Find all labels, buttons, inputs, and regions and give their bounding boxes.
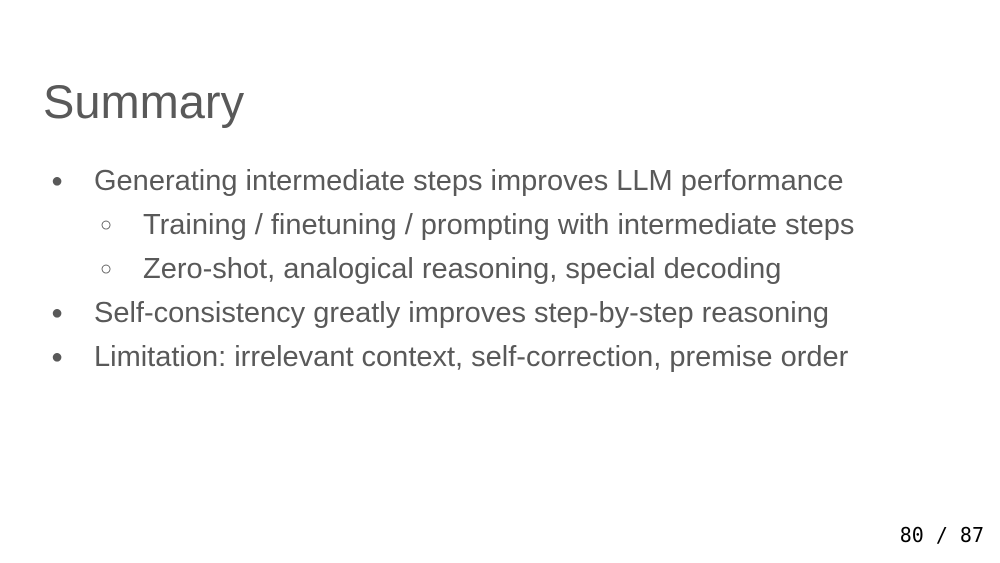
filled-bullet-icon: ● bbox=[51, 346, 64, 368]
page-indicator: 80 / 87 bbox=[899, 523, 984, 547]
bullet-text: Limitation: irrelevant context, self-cor… bbox=[94, 341, 849, 373]
slide: Summary ● Generating intermediate steps … bbox=[0, 0, 1000, 563]
filled-bullet-icon: ● bbox=[51, 170, 64, 192]
bullet-text: Generating intermediate steps improves L… bbox=[94, 165, 844, 197]
filled-bullet-icon: ● bbox=[51, 302, 64, 324]
bullet-text: Self-consistency greatly improves step-b… bbox=[94, 297, 829, 329]
sub-bullet-text: Training / finetuning / prompting with i… bbox=[143, 209, 855, 241]
hollow-bullet-icon: ○ bbox=[100, 258, 113, 280]
slide-title: Summary bbox=[43, 75, 245, 128]
sub-bullet-text: Zero-shot, analogical reasoning, special… bbox=[143, 253, 782, 285]
hollow-bullet-icon: ○ bbox=[100, 214, 113, 236]
